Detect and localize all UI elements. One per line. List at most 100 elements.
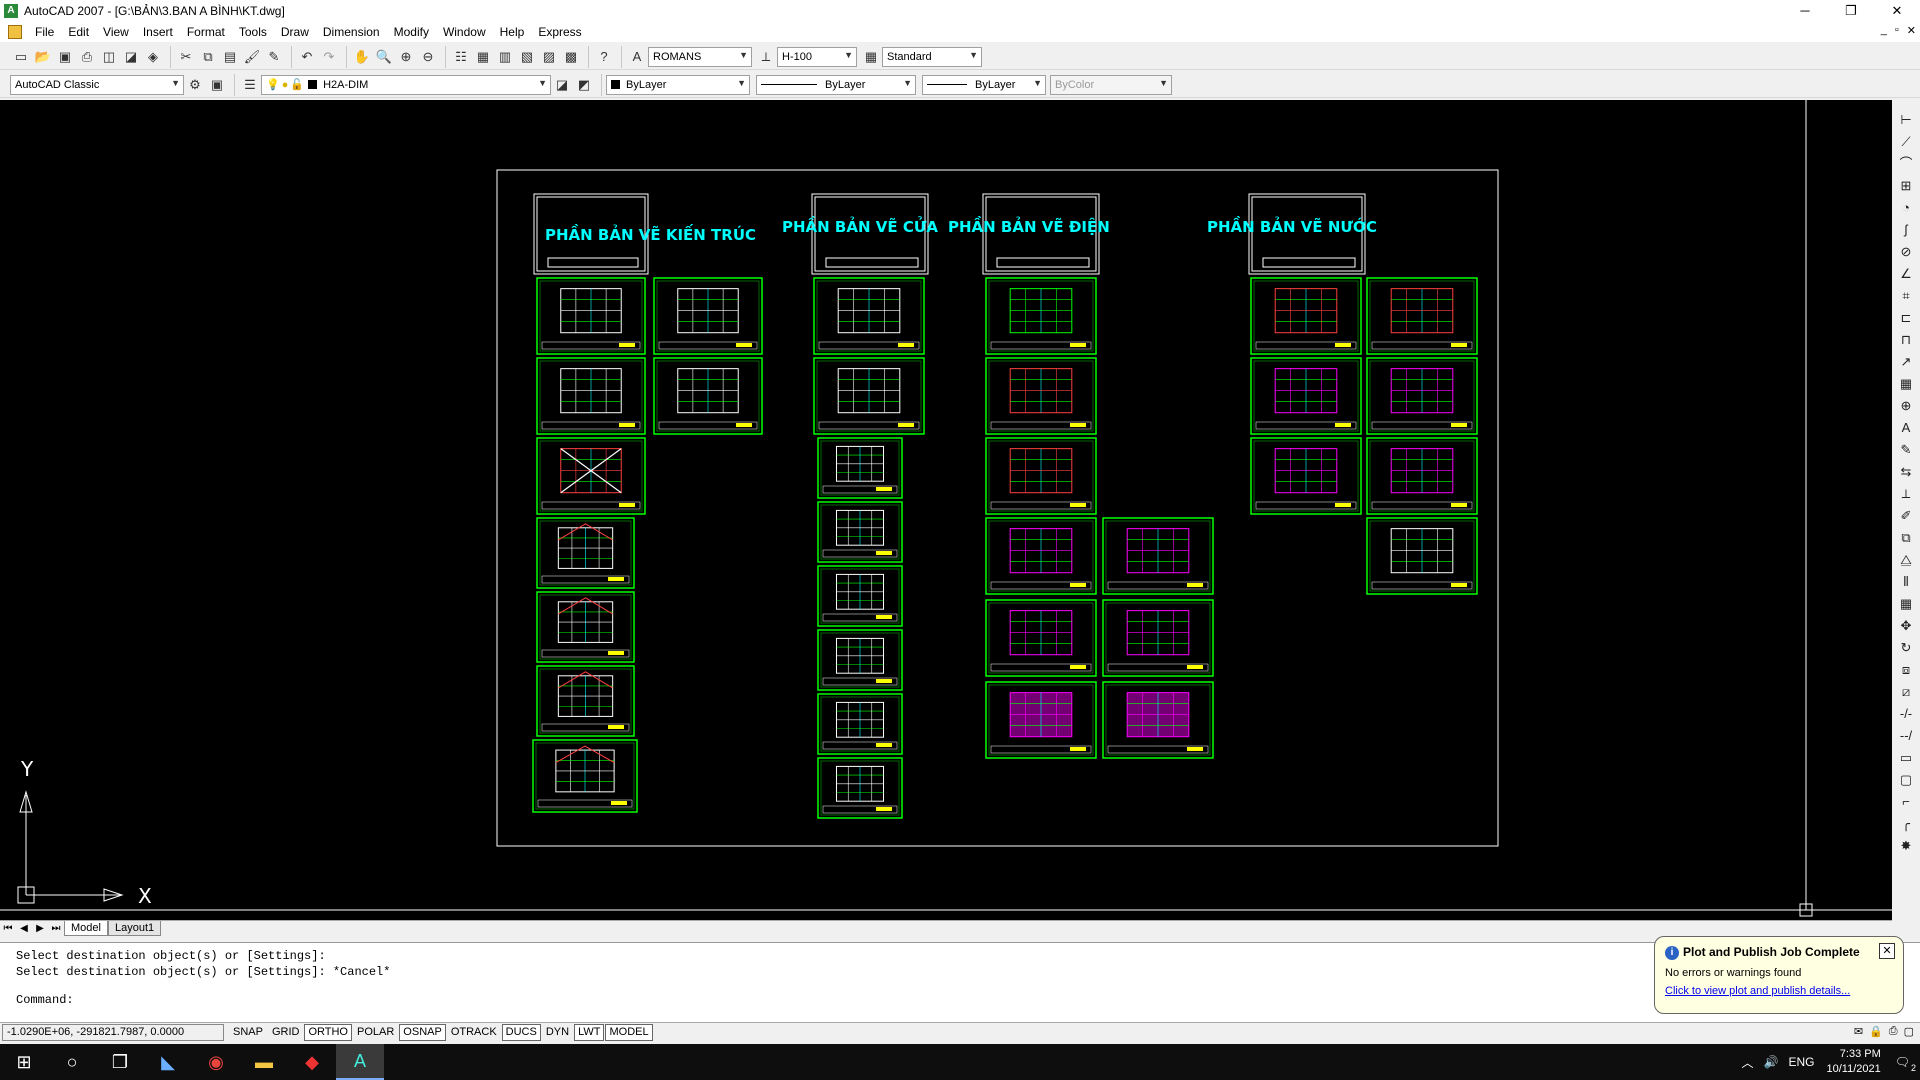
notification-details-link[interactable]: Click to view plot and publish details..…: [1665, 985, 1893, 997]
document-icon[interactable]: [8, 25, 22, 39]
volume-icon[interactable]: 🔊: [1764, 1055, 1779, 1069]
menu-file[interactable]: File: [28, 25, 61, 39]
publish-icon[interactable]: ◪: [121, 47, 141, 67]
lineweight-select[interactable]: ByLayer ▼: [922, 74, 1046, 95]
dim-style-icon-2[interactable]: ⟂: [1896, 484, 1916, 504]
show-hidden-icons[interactable]: ︿: [1742, 1054, 1754, 1071]
sheet-thumbnail[interactable]: [985, 357, 1097, 435]
mirror-icon[interactable]: ⧋: [1896, 550, 1916, 570]
sheet-thumbnail[interactable]: [536, 665, 635, 737]
next-tab-icon[interactable]: ▶: [32, 923, 48, 934]
sheet-thumbnail[interactable]: [817, 437, 903, 499]
copy-icon[interactable]: ⧉: [198, 47, 218, 67]
menu-tools[interactable]: Tools: [232, 25, 274, 39]
command-prompt[interactable]: Command:: [16, 993, 74, 1007]
menu-window[interactable]: Window: [436, 25, 493, 39]
menu-insert[interactable]: Insert: [136, 25, 180, 39]
autocad-taskbar-icon[interactable]: A: [336, 1044, 384, 1080]
status-toggle-dyn[interactable]: DYN: [542, 1024, 573, 1041]
quick-dim-icon[interactable]: ⌗: [1896, 286, 1916, 306]
color-select[interactable]: ByLayer ▼: [606, 74, 750, 95]
scale-icon[interactable]: ⧈: [1896, 660, 1916, 680]
sheet-thumbnail[interactable]: [1250, 437, 1362, 515]
doc-minimize-button[interactable]: _: [1881, 24, 1887, 37]
doc-restore-button[interactable]: ▫: [1895, 24, 1899, 37]
match-properties-icon[interactable]: 🖌: [242, 47, 262, 67]
radius-dim-icon[interactable]: ◔: [1896, 198, 1916, 218]
autocad-app-icon[interactable]: A: [4, 4, 18, 18]
break-icon[interactable]: ▭: [1896, 748, 1916, 768]
markup-icon[interactable]: ▨: [539, 47, 559, 67]
doc-close-button[interactable]: ✕: [1907, 24, 1916, 37]
sheet-thumbnail[interactable]: [1102, 517, 1214, 595]
workspace-select[interactable]: AutoCAD Classic ▼: [10, 74, 184, 95]
continue-dim-icon[interactable]: ⊓: [1896, 330, 1916, 350]
new-icon[interactable]: ▭: [11, 47, 31, 67]
sheet-thumbnail[interactable]: [817, 693, 903, 755]
sheet-thumbnail[interactable]: [985, 517, 1097, 595]
sheet-thumbnail[interactable]: [1366, 437, 1478, 515]
plot-icon[interactable]: ⎙: [77, 47, 97, 67]
close-button[interactable]: ✕: [1874, 0, 1920, 22]
sheet-thumbnail[interactable]: [1366, 357, 1478, 435]
linetype-select[interactable]: ByLayer ▼: [756, 74, 916, 95]
dim-text-edit-icon[interactable]: ✎: [1896, 440, 1916, 460]
sheet-thumbnail[interactable]: [1102, 681, 1214, 759]
jogged-dim-icon[interactable]: ʃ: [1896, 220, 1916, 240]
baseline-dim-icon[interactable]: ⊏: [1896, 308, 1916, 328]
sheet-thumbnail[interactable]: [1102, 599, 1214, 677]
dim-style-select[interactable]: H-100 ▼: [777, 46, 857, 67]
status-toggle-ortho[interactable]: ORTHO: [304, 1024, 352, 1041]
search-icon[interactable]: ○: [48, 1044, 96, 1080]
language-indicator[interactable]: ENG: [1789, 1055, 1815, 1069]
menu-help[interactable]: Help: [493, 25, 532, 39]
design-center-icon[interactable]: ▦: [473, 47, 493, 67]
zoom-window-icon[interactable]: ⊕: [396, 47, 416, 67]
sheet-thumbnail[interactable]: [1250, 277, 1362, 355]
sheet-thumbnail[interactable]: [1366, 277, 1478, 355]
lock-toolbar-icon[interactable]: 🔒: [1869, 1025, 1883, 1038]
status-toggle-otrack[interactable]: OTRACK: [447, 1024, 501, 1041]
workspace-settings-icon[interactable]: ⚙: [185, 75, 205, 95]
sheet-thumbnail[interactable]: [536, 437, 646, 515]
help-icon[interactable]: ?: [594, 47, 614, 67]
dim-edit-icon[interactable]: A: [1896, 418, 1916, 438]
block-editor-icon[interactable]: ✎: [264, 47, 284, 67]
ordinate-dim-icon[interactable]: ⊞: [1896, 176, 1916, 196]
section-title-kien-truc[interactable]: PHẦN BẢN VẼ KIẾN TRÚC: [545, 223, 756, 244]
angular-dim-icon[interactable]: ∠: [1896, 264, 1916, 284]
table-style-icon[interactable]: ▦: [861, 47, 881, 67]
properties-icon[interactable]: ☷: [451, 47, 471, 67]
make-current-layer-icon[interactable]: ◪: [552, 75, 572, 95]
tab-model[interactable]: Model: [64, 921, 108, 936]
sheet-thumbnail[interactable]: [817, 629, 903, 691]
layer-manager-icon[interactable]: ☰: [240, 75, 260, 95]
arc-length-icon[interactable]: ⌒: [1896, 154, 1916, 174]
sheet-thumbnail[interactable]: [536, 277, 646, 355]
paste-icon[interactable]: ▤: [220, 47, 240, 67]
drawing-area[interactable]: PHẦN BẢN VẼ KIẾN TRÚC PHẦN BẢN VẼ CỬA PH…: [0, 100, 1892, 920]
array-icon[interactable]: ▦: [1896, 594, 1916, 614]
tool-palettes-icon[interactable]: ▥: [495, 47, 515, 67]
redo-icon[interactable]: ↷: [319, 47, 339, 67]
first-tab-icon[interactable]: ⏮: [0, 923, 16, 934]
status-toggle-lwt[interactable]: LWT: [574, 1024, 605, 1041]
rotate-icon[interactable]: ↻: [1896, 638, 1916, 658]
clock[interactable]: 7:33 PM 10/11/2021: [1827, 1047, 1881, 1077]
3d-dwf-icon[interactable]: ◈: [143, 47, 163, 67]
open-icon[interactable]: 📂: [33, 47, 53, 67]
join-icon[interactable]: ▢: [1896, 770, 1916, 790]
sheet-thumbnail[interactable]: [817, 565, 903, 627]
zoom-previous-icon[interactable]: ⊖: [418, 47, 438, 67]
sheet-thumbnail[interactable]: [813, 357, 925, 435]
status-toggle-model[interactable]: MODEL: [605, 1024, 653, 1041]
command-window[interactable]: Select destination object(s) or [Setting…: [0, 942, 1920, 1022]
chamfer-icon[interactable]: ⌐: [1896, 792, 1916, 812]
sheet-set-icon[interactable]: ▧: [517, 47, 537, 67]
fillet-icon[interactable]: ╭: [1896, 814, 1916, 834]
sheet-thumbnail[interactable]: [985, 277, 1097, 355]
sheet-thumbnail[interactable]: [1366, 517, 1478, 595]
trim-icon[interactable]: -/-: [1896, 704, 1916, 724]
sheet-thumbnail[interactable]: [536, 357, 646, 435]
status-toggle-grid[interactable]: GRID: [268, 1024, 304, 1041]
